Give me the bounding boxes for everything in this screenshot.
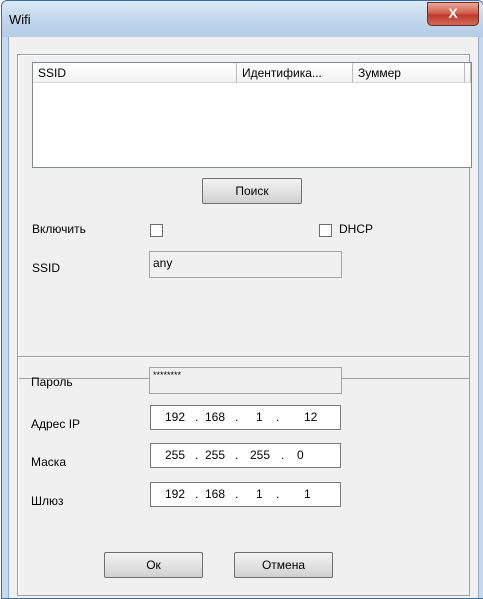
gateway-octet: 1 xyxy=(304,487,311,501)
column-label: Зуммер xyxy=(358,66,401,80)
ip-octet: 168 xyxy=(205,410,226,424)
gateway-octet: 1 xyxy=(256,487,263,501)
ip-octet: 12 xyxy=(304,410,318,424)
dhcp-label: DHCP xyxy=(339,222,374,236)
mask-field[interactable]: 255 . 255 . 255 . 0 xyxy=(150,443,341,468)
enable-label: Включить xyxy=(32,222,86,236)
gateway-octet: 192 xyxy=(165,487,186,501)
column-header-filler xyxy=(465,63,471,83)
title-bar: Wifi X xyxy=(2,1,483,37)
mask-label: Маска xyxy=(31,455,66,469)
mask-octet: 255 xyxy=(250,448,271,462)
ssid-field[interactable]: any xyxy=(149,251,342,278)
ip-address-field[interactable]: 192 . 168 . 1 . 12 xyxy=(150,405,341,430)
network-list[interactable]: SSID Идентифика... Зуммер xyxy=(32,62,472,168)
ip-octet: 192 xyxy=(165,410,186,424)
ip-separator: . xyxy=(235,448,239,462)
mask-octet: 255 xyxy=(165,448,186,462)
gateway-field[interactable]: 192 . 168 . 1 . 1 xyxy=(150,482,341,507)
mask-octet: 255 xyxy=(205,448,226,462)
search-button[interactable]: Поиск xyxy=(202,178,302,204)
wifi-dialog: Wifi X SSID Идентифика... Зуммер Поиск В… xyxy=(1,0,483,599)
password-label: Пароль xyxy=(31,375,73,389)
ip-address-label: Адрес IP xyxy=(31,417,81,431)
enable-checkbox[interactable] xyxy=(150,224,163,237)
dhcp-checkbox[interactable] xyxy=(319,224,332,237)
dialog-body: SSID Идентифика... Зуммер Поиск Включить… xyxy=(8,37,479,598)
gateway-label: Шлюз xyxy=(31,494,64,508)
ip-separator: . xyxy=(195,487,199,501)
ip-separator: . xyxy=(281,448,285,462)
column-header-ssid[interactable]: SSID xyxy=(33,63,237,83)
ip-octet: 1 xyxy=(256,410,263,424)
column-label: Идентифика... xyxy=(242,66,322,80)
ip-separator: . xyxy=(195,410,199,424)
ssid-label: SSID xyxy=(32,261,61,275)
ip-separator: . xyxy=(276,410,280,424)
ip-separator: . xyxy=(195,448,199,462)
ok-button[interactable]: Ок xyxy=(104,552,203,578)
column-label: SSID xyxy=(38,66,67,80)
cancel-button[interactable]: Отмена xyxy=(234,552,333,578)
ip-separator: . xyxy=(235,487,239,501)
ip-separator: . xyxy=(235,410,239,424)
window-title: Wifi xyxy=(9,12,31,27)
gateway-octet: 168 xyxy=(205,487,226,501)
close-button[interactable]: X xyxy=(427,2,479,26)
column-header-id[interactable]: Идентифика... xyxy=(237,63,353,83)
password-field[interactable]: ******** xyxy=(149,367,342,394)
column-header-buzzer[interactable]: Зуммер xyxy=(353,63,465,83)
close-icon: X xyxy=(448,5,458,21)
ip-separator: . xyxy=(276,487,280,501)
mask-octet: 0 xyxy=(297,448,304,462)
